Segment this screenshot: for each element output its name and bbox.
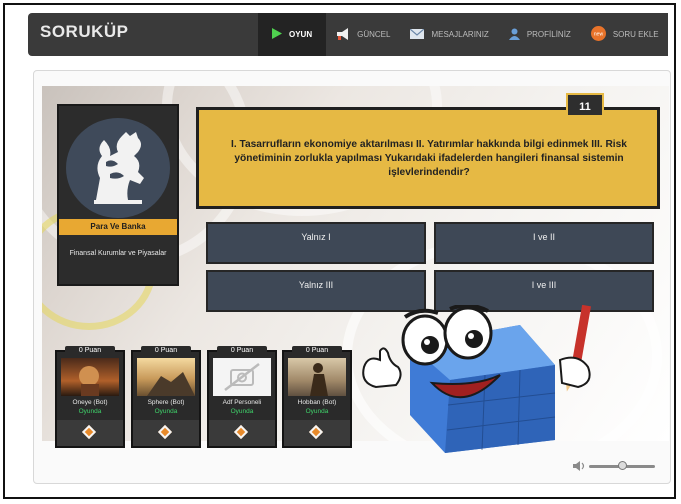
player-name: Hobban (Bot) xyxy=(297,399,337,406)
player-name: Sphere (Bot) xyxy=(147,399,185,406)
player-card: 0 Puan Hobban (Bot) Oyunda xyxy=(282,346,352,448)
griffin-emblem-icon xyxy=(66,118,170,218)
player-card: 0 Puan Oneye (Bot) Oyunda xyxy=(55,346,125,448)
mail-icon xyxy=(410,28,425,41)
top-navbar: SORUKÜP OYUN GÜNCEL MESAJLARINIZ PROFİLİ… xyxy=(28,13,668,56)
nav-item-profiliniz[interactable]: PROFİLİNİZ xyxy=(499,13,581,56)
player-status: Oyunda xyxy=(305,408,329,415)
brand-logo[interactable]: SORUKÜP xyxy=(40,22,129,42)
player-points: 0 Puan xyxy=(141,346,191,356)
nav-item-soru-ekle[interactable]: new SORU EKLE xyxy=(581,13,669,56)
diamond-icon xyxy=(157,424,173,440)
player-points: 0 Puan xyxy=(292,346,342,356)
player-card: 0 Puan Adf Personeli Oyunda xyxy=(207,346,277,448)
category-subtitle: Finansal Kurumlar ve Piyasalar xyxy=(69,250,167,257)
player-card: 0 Puan Sphere (Bot) Oyunda xyxy=(131,346,201,448)
diamond-icon xyxy=(81,424,97,440)
question-number: 11 xyxy=(566,93,604,117)
question-text: I. Tasarrufların ekonomiye aktarılması I… xyxy=(231,139,627,178)
player-action-button[interactable] xyxy=(209,420,275,446)
answer-option-2[interactable]: I ve II xyxy=(434,222,654,264)
nav-item-label: SORU EKLE xyxy=(612,30,659,39)
category-name: Para Ve Banka xyxy=(59,219,177,235)
volume-slider-handle[interactable] xyxy=(618,461,627,470)
nav-item-label: PROFİLİNİZ xyxy=(526,30,571,39)
diamond-icon xyxy=(308,424,324,440)
player-action-button[interactable] xyxy=(57,420,123,446)
nav-item-oyun[interactable]: OYUN xyxy=(258,13,327,56)
new-badge-icon: new xyxy=(590,26,606,43)
diamond-icon xyxy=(233,424,249,440)
answer-option-1[interactable]: Yalnız I xyxy=(206,222,426,264)
play-icon xyxy=(272,28,282,41)
player-avatar xyxy=(288,358,346,396)
no-camera-icon xyxy=(213,358,271,396)
player-status: Oyunda xyxy=(78,408,102,415)
nav-item-guncel[interactable]: GÜNCEL xyxy=(326,13,400,56)
nav-item-label: MESAJLARINIZ xyxy=(431,30,489,39)
category-card: Para Ve Banka Finansal Kurumlar ve Piyas… xyxy=(57,104,179,286)
svg-text:new: new xyxy=(594,32,604,38)
player-avatar xyxy=(61,358,119,396)
nav-item-label: GÜNCEL xyxy=(357,30,391,39)
player-avatar xyxy=(137,358,195,396)
player-points: 0 Puan xyxy=(217,346,267,356)
nav-item-mesajlariniz[interactable]: MESAJLARINIZ xyxy=(400,13,498,56)
volume-icon[interactable] xyxy=(573,461,585,471)
player-points: 0 Puan xyxy=(65,346,115,356)
cube-mascot-image xyxy=(362,305,592,453)
nav-item-label: OYUN xyxy=(289,30,313,39)
nav-menu: OYUN GÜNCEL MESAJLARINIZ PROFİLİNİZ new … xyxy=(258,13,669,56)
player-name: Oneye (Bot) xyxy=(72,399,108,406)
player-name: Adf Personeli xyxy=(222,399,262,406)
player-status: Oyunda xyxy=(154,408,178,415)
question-box: I. Tasarrufların ekonomiye aktarılması I… xyxy=(196,107,660,209)
user-icon xyxy=(508,28,520,42)
megaphone-icon xyxy=(336,27,350,42)
player-status: Oyunda xyxy=(230,408,254,415)
player-action-button[interactable] xyxy=(284,420,350,446)
player-action-button[interactable] xyxy=(133,420,199,446)
